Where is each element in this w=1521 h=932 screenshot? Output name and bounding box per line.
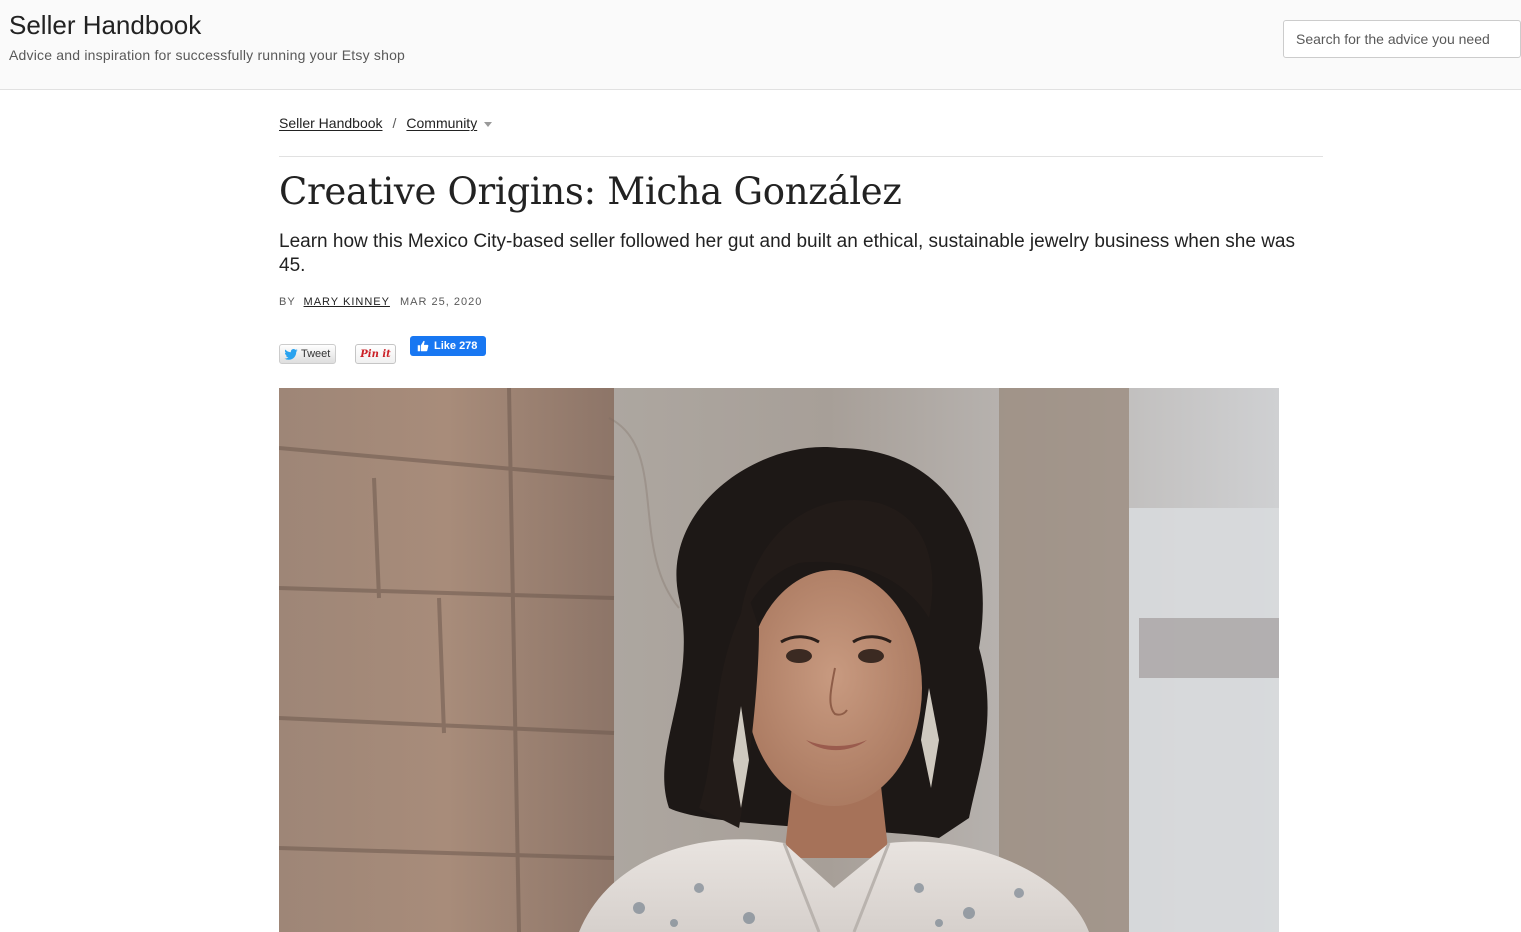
facebook-like-button[interactable]: Like 278 [410, 336, 487, 356]
author-link[interactable]: MARY KINNEY [304, 296, 390, 308]
hero-portrait-image [279, 388, 1279, 932]
site-header: Seller Handbook Advice and inspiration f… [0, 0, 1521, 90]
site-tagline: Advice and inspiration for successfully … [9, 47, 406, 63]
byline-prefix: BY [279, 296, 296, 308]
tweet-label: Tweet [301, 348, 331, 360]
chevron-down-icon[interactable] [484, 122, 493, 127]
breadcrumb-seller-handbook[interactable]: Seller Handbook [279, 115, 383, 131]
tweet-button[interactable]: Tweet [279, 344, 337, 364]
publish-date: MAR 25, 2020 [400, 296, 483, 308]
divider [279, 156, 1323, 157]
twitter-bird-icon [284, 348, 298, 360]
byline: BY MARY KINNEY MAR 25, 2020 [279, 296, 482, 308]
like-label: Like 278 [434, 340, 478, 352]
article-subtitle: Learn how this Mexico City-based seller … [279, 231, 1295, 276]
site-title[interactable]: Seller Handbook [9, 10, 201, 41]
social-share-bar: Tweet Pin it Like 278 [279, 336, 579, 366]
portrait-photo [279, 388, 1279, 932]
pin-label: Pin it [360, 348, 391, 360]
article-title: Creative Origins: Micha González [279, 170, 902, 213]
pin-it-button[interactable]: Pin it [355, 344, 396, 364]
thumbs-up-icon [417, 340, 429, 352]
breadcrumb: Seller Handbook / Community [279, 115, 493, 131]
search-input[interactable] [1283, 20, 1521, 58]
breadcrumb-separator: / [392, 115, 397, 131]
breadcrumb-community[interactable]: Community [406, 115, 477, 131]
